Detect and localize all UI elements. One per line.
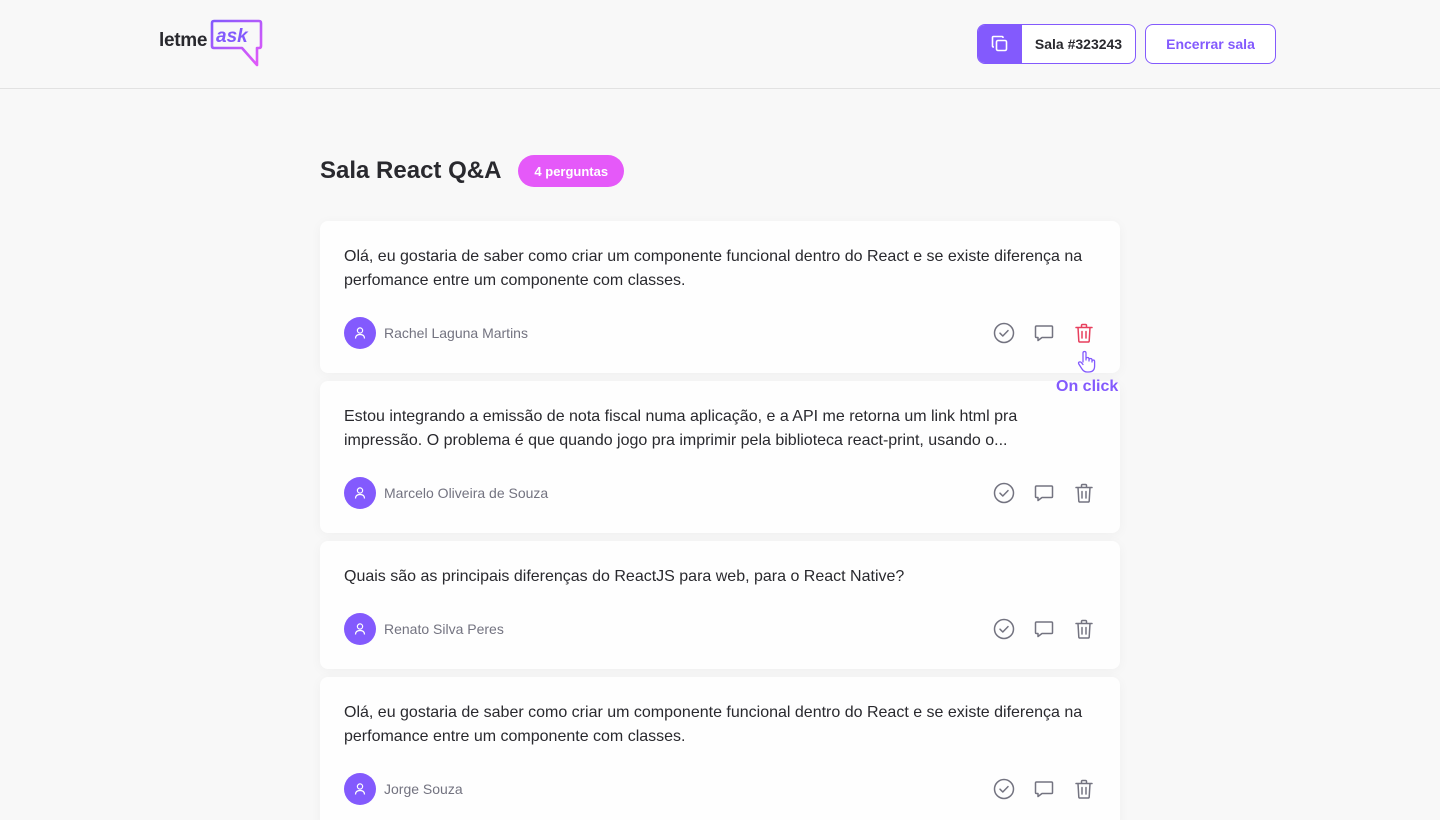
question-actions [976, 777, 1096, 801]
delete-button[interactable] [1072, 617, 1096, 641]
chat-bubble-icon [1034, 485, 1054, 502]
question-footer: Marcelo Oliveira de Souza [344, 477, 1096, 509]
trash-icon [1075, 619, 1093, 639]
on-click-label: On click [1056, 378, 1119, 395]
user-icon [354, 783, 366, 795]
delete-button[interactable] [1072, 481, 1096, 505]
author-name: Jorge Souza [384, 781, 463, 797]
question-author: Rachel Laguna Martins [344, 317, 528, 349]
question-footer: Renato Silva Peres [344, 613, 1096, 645]
top-header: letme ask Sala #323243 Encerrar sala [0, 0, 1440, 89]
page-title: Sala React Q&A [320, 157, 502, 184]
room-title-row: Sala React Q&A 4 perguntas [320, 155, 625, 187]
delete-button[interactable] [1072, 777, 1096, 801]
logo-accent: ask [216, 26, 248, 47]
room-code-button[interactable]: Sala #323243 [977, 24, 1136, 64]
question-author: Renato Silva Peres [344, 613, 504, 645]
check-circle-icon [993, 322, 1015, 344]
check-circle-icon [993, 618, 1015, 640]
avatar [344, 317, 376, 349]
delete-button[interactable] [1072, 321, 1096, 345]
chat-bubble-icon [1034, 621, 1054, 638]
answer-button[interactable] [1032, 321, 1056, 345]
check-circle-icon [993, 482, 1015, 504]
trash-icon [1075, 323, 1093, 343]
check-button[interactable] [992, 777, 1016, 801]
question-card: Olá, eu gostaria de saber como criar um … [320, 221, 1120, 373]
question-card: Estou integrando a emissão de nota fisca… [320, 381, 1120, 533]
question-card: Quais são as principais diferenças do Re… [320, 541, 1120, 669]
letmeask-logo[interactable]: letme ask [159, 18, 263, 68]
question-actions [976, 321, 1096, 345]
avatar [344, 773, 376, 805]
user-icon [354, 327, 366, 339]
question-content: Quais são as principais diferenças do Re… [344, 568, 905, 585]
question-count-badge: 4 perguntas [518, 155, 625, 187]
answer-button[interactable] [1032, 777, 1056, 801]
question-author: Marcelo Oliveira de Souza [344, 477, 548, 509]
check-button[interactable] [992, 321, 1016, 345]
author-name: Rachel Laguna Martins [384, 325, 528, 341]
room-code-label: Sala #323243 [1034, 36, 1123, 52]
check-button[interactable] [992, 481, 1016, 505]
copy-icon [978, 25, 1022, 63]
check-button[interactable] [992, 617, 1016, 641]
author-name: Renato Silva Peres [384, 621, 504, 637]
hand-pointer-icon [1077, 350, 1096, 373]
chat-bubble-icon [1034, 325, 1054, 342]
author-name: Marcelo Oliveira de Souza [384, 485, 549, 501]
question-actions [976, 617, 1096, 641]
question-content: Olá, eu gostaria de saber como criar um … [344, 248, 1083, 289]
user-icon [354, 487, 366, 499]
question-footer: Rachel Laguna Martins [344, 317, 1096, 349]
avatar [344, 613, 376, 645]
question-content: Estou integrando a emissão de nota fisca… [344, 408, 1018, 449]
chat-bubble-icon [1034, 781, 1054, 798]
trash-icon [1075, 779, 1093, 799]
answer-button[interactable] [1032, 617, 1056, 641]
question-footer: Jorge Souza [344, 773, 1096, 805]
close-room-button[interactable]: Encerrar sala [1145, 24, 1276, 64]
question-author: Jorge Souza [344, 773, 463, 805]
question-actions [976, 481, 1096, 505]
logo-word: letme [159, 30, 208, 51]
user-icon [354, 623, 366, 635]
question-content: Olá, eu gostaria de saber como criar um … [344, 704, 1083, 745]
question-card: Olá, eu gostaria de saber como criar um … [320, 677, 1120, 820]
avatar [344, 477, 376, 509]
answer-button[interactable] [1032, 481, 1056, 505]
check-circle-icon [993, 778, 1015, 800]
trash-icon [1075, 483, 1093, 503]
